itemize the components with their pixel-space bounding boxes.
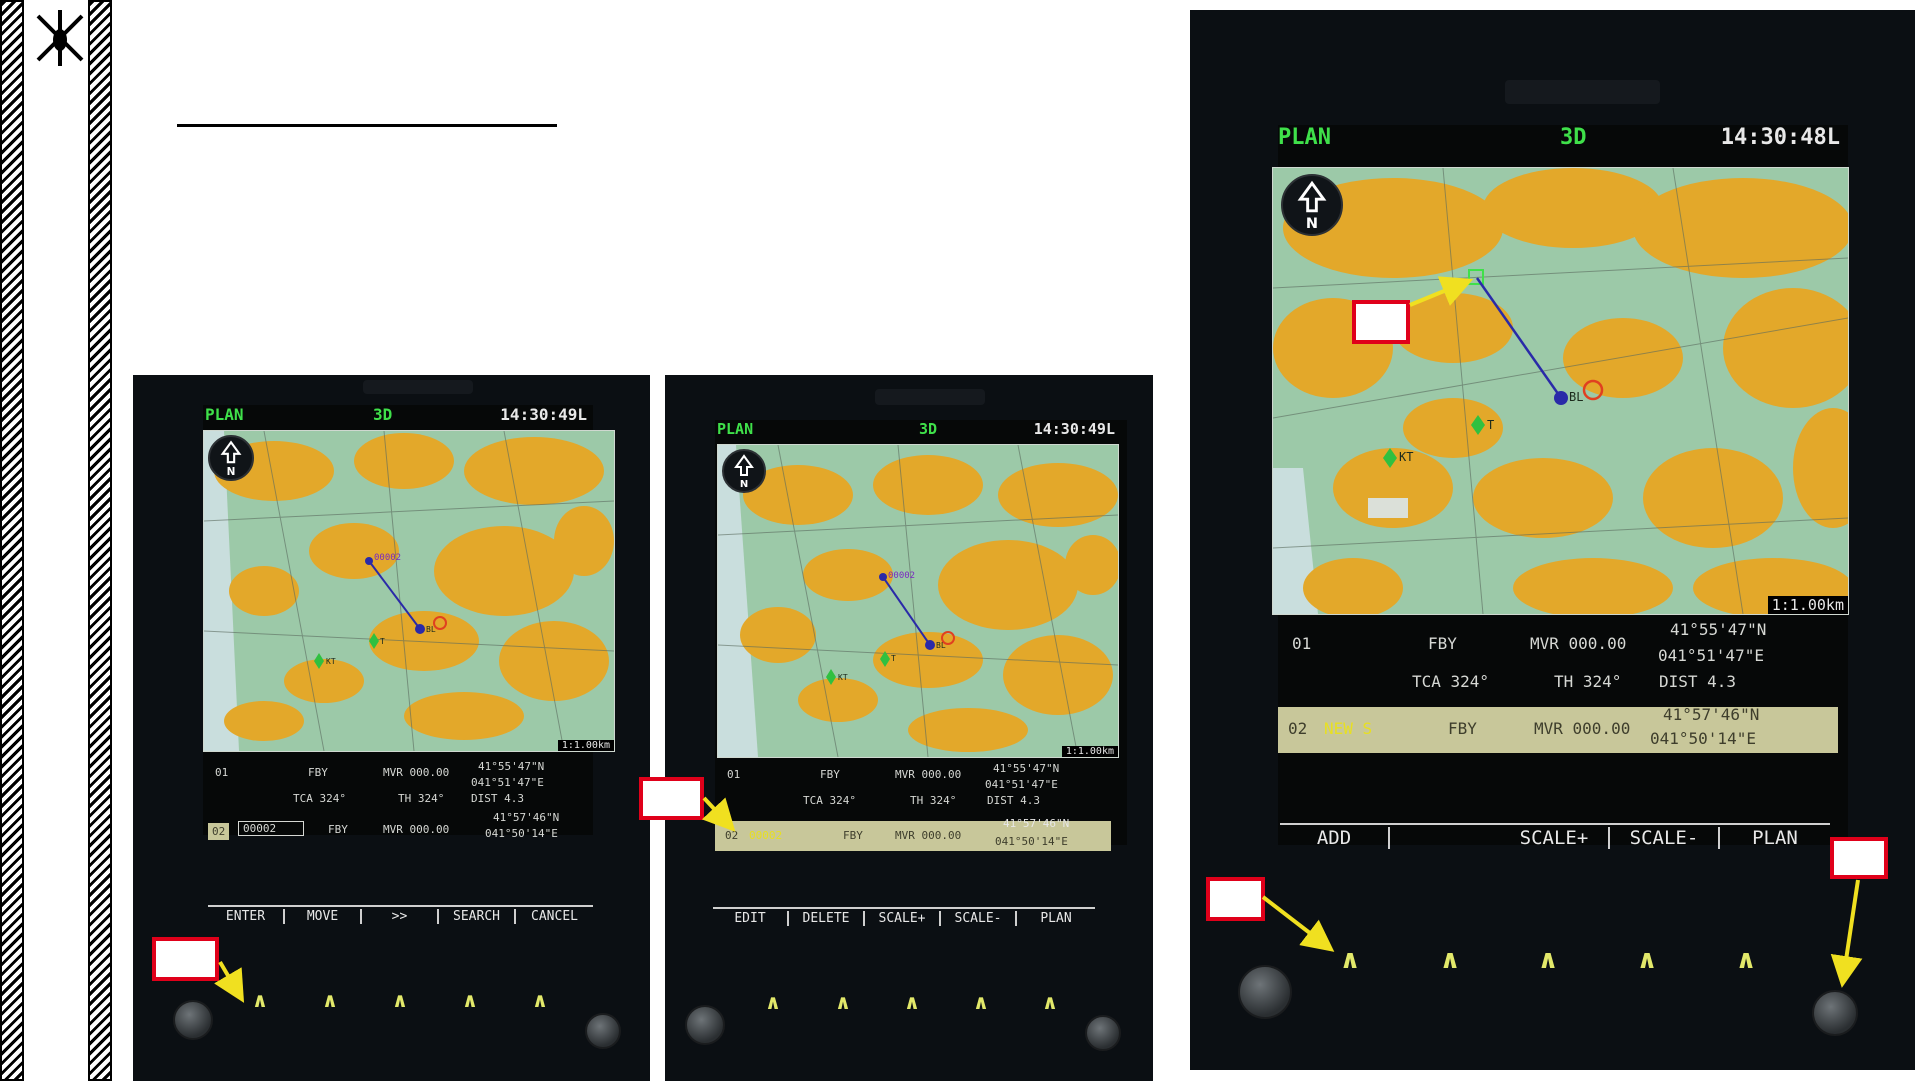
mode-label: PLAN — [205, 405, 244, 424]
mode-label: PLAN — [717, 420, 754, 438]
left-hatch-strip — [0, 0, 24, 1081]
softkey-bar: ADD SCALE+ SCALE- PLAN — [1280, 823, 1830, 853]
softkey-bar: ENTER MOVE >> SEARCH CANCEL — [208, 905, 593, 929]
marker-t: T — [891, 654, 896, 663]
waypoint-label: 00002 — [374, 553, 402, 563]
softkey-delete[interactable]: DELETE — [789, 911, 865, 926]
softkey-move[interactable]: MOVE — [285, 909, 362, 924]
marker-bl: BL — [1569, 390, 1584, 404]
softkey-scale-plus[interactable]: SCALE+ — [865, 911, 941, 926]
softkey-next[interactable]: >> — [362, 909, 439, 924]
waypoint-row-02[interactable]: 02 NEW S FBY MVR 000.00 41°57'46"N 041°5… — [1278, 705, 1838, 753]
heading-underline — [177, 124, 557, 127]
callout-box-5 — [1830, 837, 1888, 879]
bezel-button-5[interactable]: ∧ — [1035, 990, 1065, 1014]
marker-bl: BL — [426, 625, 436, 634]
callout-box-1 — [152, 937, 219, 981]
callout-box-3 — [1352, 300, 1410, 344]
mfd-screen: PLAN 3D 14:30:49L 00002 KT T BL N 1:1.00… — [715, 420, 1127, 845]
map-scale: 1:1.00km — [1767, 596, 1848, 614]
right-hatch-strip — [88, 0, 112, 1081]
view-label: 3D — [373, 405, 393, 424]
softkey-scale-plus[interactable]: SCALE+ — [1500, 827, 1610, 849]
bezel-button-1[interactable]: ∧ — [758, 990, 788, 1014]
callout-box-4 — [1206, 877, 1265, 921]
clock-readout: 14:30:48L — [1720, 125, 1840, 150]
bezel-button-2[interactable]: ∧ — [315, 988, 345, 1012]
softkey-plan[interactable]: PLAN — [1017, 911, 1095, 926]
tactical-map[interactable]: KT T BL N 1:1.00km — [1272, 167, 1849, 615]
marker-bl: BL — [936, 641, 946, 650]
marker-kt: KT — [1399, 450, 1414, 464]
mfd-screen: PLAN 3D 14:30:48L KT T BL N 1:1.00km 01 … — [1272, 125, 1849, 845]
bezel-button-4[interactable]: ∧ — [966, 990, 996, 1014]
mfd-panel-3: PLAN 3D 14:30:48L KT T BL N 1:1.00km 01 … — [1190, 10, 1915, 1070]
softkey-edit[interactable]: EDIT — [713, 911, 789, 926]
mfd-header: PLAN 3D 14:30:48L — [1278, 125, 1848, 155]
waypoint-name: 00002 — [749, 829, 783, 842]
mode-label: PLAN — [1278, 125, 1331, 150]
bezel-button-5[interactable]: ∧ — [525, 988, 555, 1012]
bezel-buttons: ∧ ∧ ∧ ∧ ∧ — [1190, 945, 1915, 981]
bezel-button-1[interactable]: ∧ — [1330, 945, 1370, 975]
view-label: 3D — [919, 420, 938, 438]
mfd-header: PLAN 3D 14:30:49L — [715, 420, 1127, 442]
tactical-map[interactable]: 00002 KT T BL N 1:1.00km — [203, 430, 615, 752]
brightness-knob-left[interactable] — [1238, 965, 1292, 1019]
bezel-button-2[interactable]: ∧ — [828, 990, 858, 1014]
map-scale: 1:1.00km — [1061, 746, 1118, 757]
softkey-cancel[interactable]: CANCEL — [516, 909, 593, 924]
waypoint-row-01[interactable]: 01 FBY MVR 000.00 41°55'47"N 041°51'47"E… — [1278, 620, 1848, 691]
bezel-buttons: ∧ ∧ ∧ ∧ ∧ — [665, 990, 1153, 1020]
brightness-knob-right[interactable] — [1085, 1015, 1121, 1051]
north-arrow-icon: N — [722, 449, 766, 493]
map-scale: 1:1.00km — [557, 740, 614, 751]
bezel-button-1[interactable]: ∧ — [245, 988, 275, 1012]
brightness-knob-right[interactable] — [1812, 990, 1858, 1036]
marker-kt: KT — [838, 673, 848, 682]
marker-t: T — [380, 637, 385, 646]
bezel-button-4[interactable]: ∧ — [1627, 945, 1667, 975]
bezel-button-2[interactable]: ∧ — [1430, 945, 1470, 975]
mfd-panel-2: PLAN 3D 14:30:49L 00002 KT T BL N 1:1.00… — [665, 375, 1153, 1081]
bezel-button-5[interactable]: ∧ — [1726, 945, 1766, 975]
waypoint-name-field[interactable]: 00002 — [238, 821, 304, 836]
waypoint-row-01[interactable]: 01 FBY MVR 000.00 41°55'47"N 041°51'47"E… — [203, 760, 593, 810]
mfd-header: PLAN 3D 14:30:49L — [203, 405, 593, 427]
softkey-scale-minus[interactable]: SCALE- — [1610, 827, 1720, 849]
clock-readout: 14:30:49L — [500, 405, 587, 424]
brightness-knob-left[interactable] — [173, 1000, 213, 1040]
marker-kt: KT — [326, 657, 336, 666]
softkey-scale-minus[interactable]: SCALE- — [941, 911, 1017, 926]
svg-text:N: N — [227, 466, 236, 478]
helicopter-logo-icon — [36, 10, 84, 66]
svg-text:N: N — [1306, 216, 1318, 232]
waypoint-row-02[interactable]: 02 00002 FBY MVR 000.00 41°57'46"N 041°5… — [715, 817, 1111, 851]
bezel-button-3[interactable]: ∧ — [1528, 945, 1568, 975]
north-arrow-icon: N — [1281, 174, 1343, 236]
softkey-enter[interactable]: ENTER — [208, 909, 285, 924]
bezel-button-4[interactable]: ∧ — [455, 988, 485, 1012]
waypoint-label: 00002 — [888, 571, 916, 581]
bezel-button-3[interactable]: ∧ — [897, 990, 927, 1014]
softkey-plan[interactable]: PLAN — [1720, 827, 1830, 849]
view-label: 3D — [1560, 125, 1587, 150]
north-arrow-icon: N — [208, 435, 254, 481]
tactical-map[interactable]: 00002 KT T BL N 1:1.00km — [717, 444, 1119, 758]
callout-box-2 — [639, 777, 704, 820]
waypoint-row-01[interactable]: 01 FBY MVR 000.00 41°55'47"N 041°51'47"E… — [715, 762, 1127, 812]
mfd-screen: PLAN 3D 14:30:49L 00002 KT T BL N 1:1.00… — [203, 405, 615, 835]
softkey-search[interactable]: SEARCH — [439, 909, 516, 924]
clock-readout: 14:30:49L — [1033, 420, 1115, 438]
waypoint-row-02[interactable]: 02 00002 FBY MVR 000.00 41°57'46"N 041°5… — [208, 811, 593, 845]
softkey-bar: EDIT DELETE SCALE+ SCALE- PLAN — [713, 907, 1095, 931]
brightness-knob-right[interactable] — [585, 1013, 621, 1049]
svg-text:N: N — [740, 479, 748, 490]
brightness-knob-left[interactable] — [685, 1005, 725, 1045]
marker-t: T — [1487, 418, 1495, 432]
softkey-add[interactable]: ADD — [1280, 827, 1390, 849]
bezel-button-3[interactable]: ∧ — [385, 988, 415, 1012]
waypoint-name: NEW S — [1324, 719, 1373, 738]
